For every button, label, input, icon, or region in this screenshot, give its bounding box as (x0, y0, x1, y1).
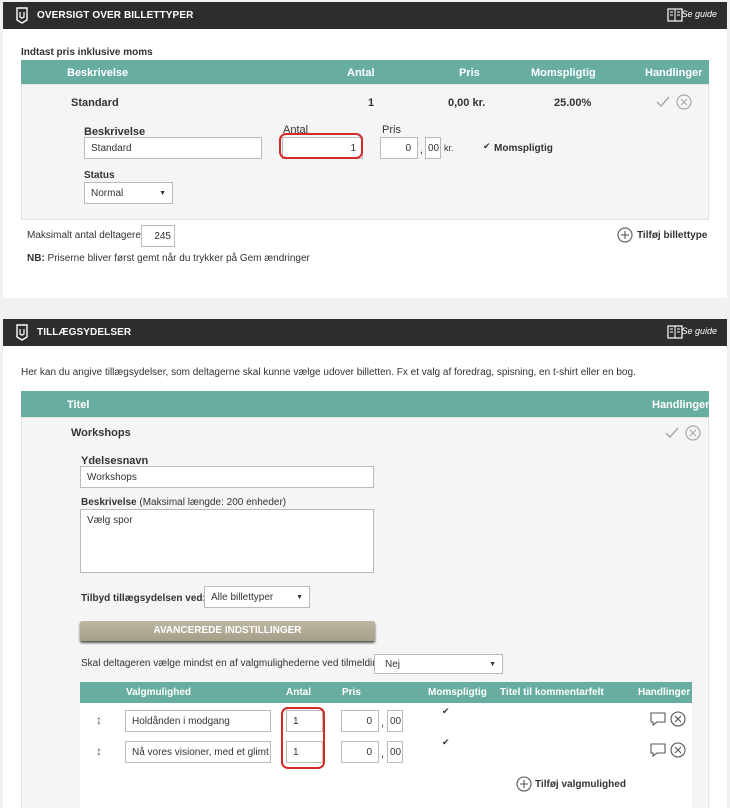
addon-description-textarea[interactable]: Vælg spor (80, 509, 374, 573)
offer-select[interactable]: Alle billettyper ▼ (204, 586, 310, 608)
add-option-link[interactable]: Tilføj valgmulighed (535, 779, 626, 790)
price-label: Pris (382, 124, 401, 136)
add-ticket-link[interactable]: Tilføj billettype (637, 230, 707, 241)
save-note: NB: Priserne bliver først gemt når du tr… (27, 253, 310, 264)
option-name-input[interactable]: Nå vores visioner, med et glimt i øje (125, 741, 271, 763)
vat-checkbox[interactable]: ✔ (483, 142, 492, 151)
status-value: Normal (91, 188, 124, 199)
add-circle-icon[interactable] (516, 776, 532, 792)
col-option-vat: Momspligtig (428, 687, 487, 698)
panel-title: TILLÆGSYDELSER (37, 327, 132, 338)
chevron-down-icon: ▼ (489, 661, 496, 668)
option-price-decimals-input[interactable]: 00 (387, 741, 403, 763)
guide-link[interactable]: Se guide (681, 9, 717, 19)
note-text: Priserne bliver først gemt når du trykke… (44, 253, 310, 264)
vat-label: Momspligtig (494, 143, 553, 154)
status-select[interactable]: Normal ▼ (84, 182, 173, 204)
addons-intro: Her kan du angive tillægsydelser, som de… (21, 367, 636, 378)
ticket-quantity: 1 (368, 97, 375, 109)
col-description: Beskrivelse (67, 67, 129, 79)
addons-table-header: Titel Handlinger (21, 391, 709, 417)
col-price: Pris (459, 67, 480, 79)
col-quantity: Antal (347, 67, 375, 79)
max-participants-input[interactable]: 245 (141, 225, 175, 247)
offer-value: Alle billettyper (211, 592, 274, 603)
tickets-table-header: Beskrivelse Antal Pris Momspligtig Handl… (21, 60, 709, 84)
col-option: Valgmulighed (126, 687, 192, 698)
options-table: Valgmulighed Antal Pris Momspligtig Tite… (80, 682, 692, 808)
col-option-actions: Handlinger (638, 687, 691, 698)
col-actions: Handlinger (652, 399, 710, 411)
ticket-name: Standard (71, 97, 119, 109)
description-input[interactable]: Standard (84, 137, 262, 159)
ticket-price: 0,00 kr. (448, 97, 486, 109)
col-option-comment: Titel til kommentarfelt (500, 687, 604, 698)
addons-panel: TILLÆGSYDELSER Se guide Her kan du angiv… (3, 319, 727, 808)
col-actions: Handlinger (645, 67, 703, 79)
option-price-whole-input[interactable]: 0 (341, 710, 379, 732)
addon-description-label: Beskrivelse (Maksimal længde: 200 enhede… (81, 497, 287, 508)
price-separator: , (381, 748, 385, 760)
panel-header: TILLÆGSYDELSER Se guide (3, 319, 727, 346)
col-option-price: Pris (342, 687, 361, 698)
table-row: ↕ Nå vores visioner, med et glimt i øje … (80, 738, 692, 766)
price-separator: , (420, 144, 424, 156)
comment-icon[interactable] (650, 712, 666, 726)
ticket-types-panel: OVERSIGT OVER BILLETTYPER Se guide Indta… (3, 2, 727, 298)
option-name-input[interactable]: Holdånden i modgang (125, 710, 271, 732)
ticket-logo-icon (16, 7, 28, 24)
currency-label: kr. (444, 143, 454, 153)
ticket-vat: 25.00% (554, 97, 592, 109)
col-vat: Momspligtig (531, 67, 596, 79)
remove-circle-icon[interactable] (676, 94, 692, 110)
options-table-header: Valgmulighed Antal Pris Momspligtig Tite… (80, 682, 692, 703)
col-option-quantity: Antal (286, 687, 311, 698)
service-name-input[interactable]: Workshops (80, 466, 374, 488)
drag-handle-icon[interactable]: ↕ (96, 744, 102, 758)
must-choose-value: Nej (385, 659, 401, 670)
remove-circle-icon[interactable] (670, 742, 686, 758)
option-price-decimals-input[interactable]: 00 (387, 710, 403, 732)
status-label: Status (84, 170, 115, 181)
comment-icon[interactable] (650, 743, 666, 757)
price-instructions: Indtast pris inklusive moms (21, 47, 153, 58)
note-prefix: NB: (27, 253, 45, 264)
option-vat-checkbox[interactable]: ✔ (442, 707, 451, 716)
quantity-highlight (281, 707, 325, 769)
chevron-down-icon: ▼ (159, 190, 166, 197)
quantity-highlight (279, 133, 363, 159)
panel-header: OVERSIGT OVER BILLETTYPER Se guide (3, 2, 727, 29)
option-price-whole-input[interactable]: 0 (341, 741, 379, 763)
remove-circle-icon[interactable] (685, 425, 701, 441)
drag-handle-icon[interactable]: ↕ (96, 713, 102, 727)
table-row: ↕ Holdånden i modgang 1 0 , 00 ✔ (80, 707, 692, 735)
confirm-check-icon[interactable] (656, 96, 670, 108)
confirm-check-icon[interactable] (665, 427, 679, 439)
ticket-row: Standard 1 0,00 kr. 25.00% Beskrivelse S… (21, 84, 709, 220)
ticket-logo-icon (16, 324, 28, 341)
price-decimals-input[interactable]: 00 (425, 137, 441, 159)
addon-name: Workshops (71, 427, 131, 439)
addon-row: Workshops Ydelsesnavn Workshops Beskrive… (21, 417, 709, 808)
col-title: Titel (67, 399, 90, 411)
price-separator: , (381, 717, 385, 729)
desc-hint: (Maksimal længde: 200 enheder) (139, 497, 287, 508)
must-choose-select[interactable]: Nej ▼ (374, 654, 503, 674)
must-choose-label: Skal deltageren vælge mindst en af valgm… (81, 658, 387, 669)
offer-label: Tilbyd tillægsydelsen ved: (81, 593, 206, 604)
price-whole-input[interactable]: 0 (380, 137, 418, 159)
option-vat-checkbox[interactable]: ✔ (442, 738, 451, 747)
advanced-settings-button[interactable]: AVANCEREDE INDSTILLINGER (80, 621, 375, 641)
add-circle-icon[interactable] (617, 227, 633, 243)
chevron-down-icon: ▼ (296, 594, 303, 601)
max-participants-label: Maksimalt antal deltagere: (27, 230, 144, 241)
panel-title: OVERSIGT OVER BILLETTYPER (37, 10, 194, 21)
guide-link[interactable]: Se guide (681, 326, 717, 336)
remove-circle-icon[interactable] (670, 711, 686, 727)
